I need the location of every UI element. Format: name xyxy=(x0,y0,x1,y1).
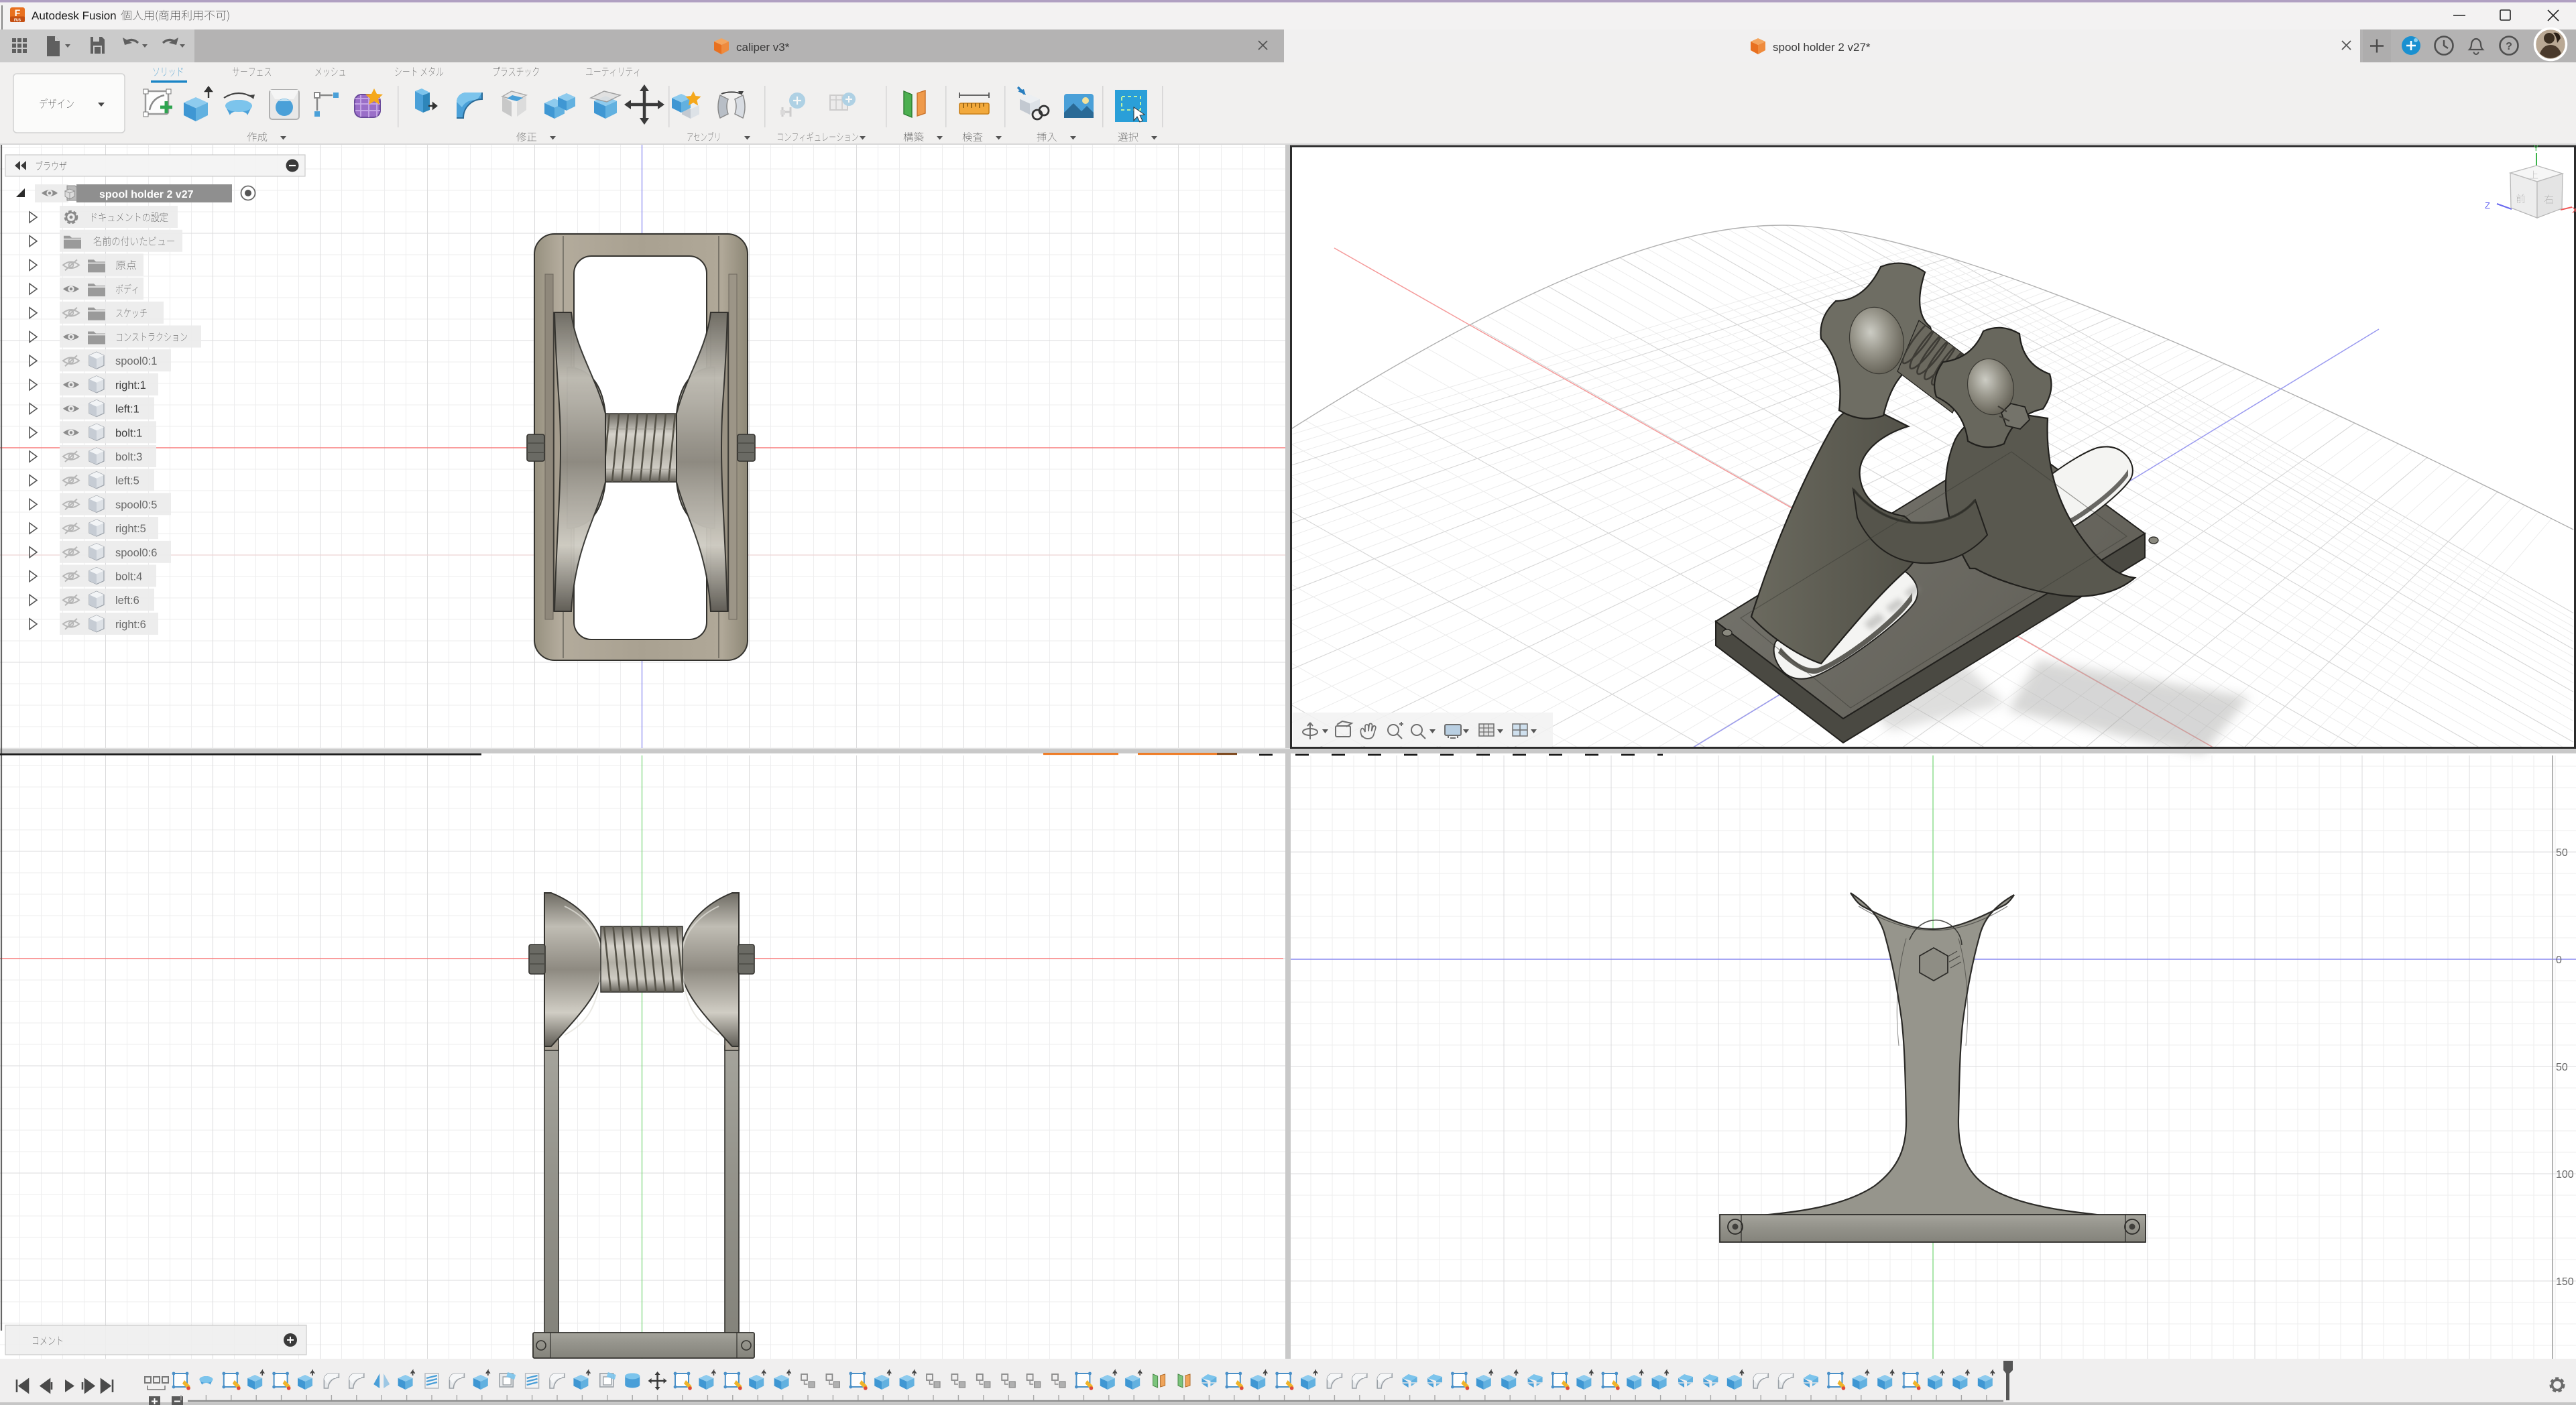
svg-text:caliper v3*: caliper v3* xyxy=(736,41,790,54)
svg-text:50: 50 xyxy=(2556,1062,2568,1073)
svg-text:FUS: FUS xyxy=(14,19,21,23)
svg-text:left:1: left:1 xyxy=(115,404,139,416)
svg-text:spool0:6: spool0:6 xyxy=(115,547,157,559)
svg-text:left:6: left:6 xyxy=(115,595,139,607)
svg-text:spool0:1: spool0:1 xyxy=(115,355,157,367)
svg-text:Autodesk Fusion: Autodesk Fusion xyxy=(32,9,117,22)
svg-text:0: 0 xyxy=(2556,955,2562,966)
svg-text:F: F xyxy=(15,7,21,18)
svg-text:spool0:5: spool0:5 xyxy=(115,499,157,511)
svg-text:bolt:1: bolt:1 xyxy=(115,427,142,439)
svg-text:right:6: right:6 xyxy=(115,619,146,631)
svg-text:spool holder 2 v27*: spool holder 2 v27* xyxy=(1773,41,1871,54)
svg-text:?: ? xyxy=(2506,41,2512,52)
svg-text:right:5: right:5 xyxy=(115,523,146,535)
svg-text:Z: Z xyxy=(2485,200,2490,210)
svg-text:left:5: left:5 xyxy=(115,475,139,487)
svg-text:bolt:3: bolt:3 xyxy=(115,451,142,463)
svg-text:X: X xyxy=(2572,205,2576,215)
svg-text:Y: Y xyxy=(2533,145,2539,153)
svg-text:150: 150 xyxy=(2556,1276,2574,1288)
svg-text:100: 100 xyxy=(2556,1169,2574,1180)
svg-text:bolt:4: bolt:4 xyxy=(115,571,142,583)
svg-text:50: 50 xyxy=(2556,847,2568,859)
svg-text:spool holder 2 v27: spool holder 2 v27 xyxy=(99,189,194,200)
svg-text:right:1: right:1 xyxy=(115,379,146,391)
